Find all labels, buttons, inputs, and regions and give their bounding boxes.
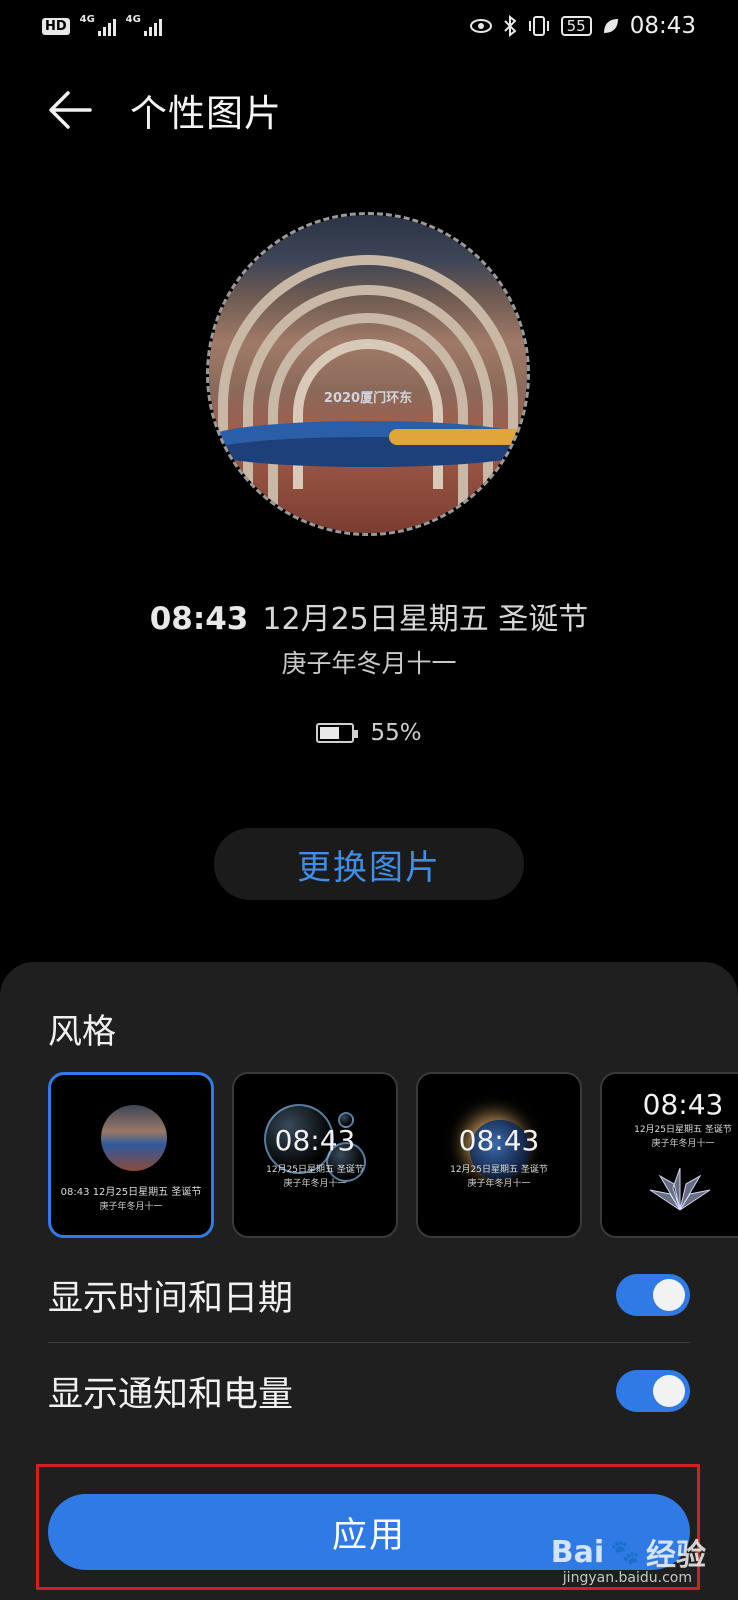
bluetooth-icon bbox=[503, 15, 517, 37]
signal-icon: 4G bbox=[80, 14, 116, 36]
show-notify-battery-row[interactable]: 显示通知和电量 bbox=[48, 1348, 690, 1434]
style-date: 12月25日星期五 圣诞节 bbox=[634, 1125, 732, 1135]
status-bar: HD 4G 4G 55 08:43 bbox=[0, 0, 738, 52]
style-card-photo[interactable]: 08:43 12月25日星期五 圣诞节 庚子年冬月十一 bbox=[48, 1072, 214, 1238]
back-button[interactable] bbox=[40, 80, 100, 140]
toggle-knob bbox=[653, 1375, 685, 1407]
preview-image: 2020厦门环东 bbox=[209, 215, 527, 533]
style-date: 12月25日星期五 圣诞节 bbox=[266, 1165, 364, 1175]
vibrate-icon bbox=[528, 16, 549, 36]
style-list[interactable]: 08:43 12月25日星期五 圣诞节 庚子年冬月十一 08:43 12月25日… bbox=[48, 1072, 738, 1238]
preview-lunar-date: 庚子年冬月十一 bbox=[281, 649, 457, 678]
style-time: 08:43 bbox=[642, 1088, 724, 1121]
toggle-knob bbox=[653, 1279, 685, 1311]
status-left: HD 4G 4G bbox=[42, 14, 162, 36]
style-thumbnail bbox=[101, 1105, 167, 1171]
preview-time: 08:43 bbox=[149, 601, 249, 637]
flower-image bbox=[649, 1167, 711, 1211]
style-card-bubbles[interactable]: 08:43 12月25日星期五 圣诞节 庚子年冬月十一 bbox=[232, 1072, 398, 1238]
preview-photo: 2020厦门环东 bbox=[206, 212, 530, 536]
show-notify-battery-toggle[interactable] bbox=[616, 1370, 690, 1412]
divider bbox=[48, 1342, 690, 1343]
style-time: 08:43 bbox=[458, 1124, 540, 1157]
watermark-url: jingyan.baidu.com bbox=[562, 1570, 692, 1586]
show-time-date-row[interactable]: 显示时间和日期 bbox=[48, 1252, 690, 1338]
style-time: 08:43 bbox=[274, 1124, 356, 1157]
style-time: 08:43 bbox=[60, 1187, 90, 1198]
style-lunar: 庚子年冬月十一 bbox=[99, 1202, 163, 1212]
style-lunar: 庚子年冬月十一 bbox=[467, 1179, 531, 1189]
status-time: 08:43 bbox=[629, 13, 696, 39]
style-card-flower[interactable]: 08:43 12月25日星期五 圣诞节 庚子年冬月十一 bbox=[600, 1072, 738, 1238]
style-card-planet[interactable]: 08:43 12月25日星期五 圣诞节 庚子年冬月十一 bbox=[416, 1072, 582, 1238]
baidu-watermark: Bai 🐾 经验 bbox=[551, 1530, 706, 1574]
style-lunar: 庚子年冬月十一 bbox=[283, 1179, 347, 1189]
header: 个性图片 bbox=[0, 70, 738, 150]
change-picture-button[interactable]: 更换图片 bbox=[214, 828, 524, 900]
status-right: 55 08:43 bbox=[469, 13, 696, 39]
battery-icon bbox=[316, 723, 359, 743]
leaf-icon bbox=[603, 19, 618, 33]
signal-icon: 4G bbox=[126, 14, 162, 36]
baidu-brand: Bai bbox=[550, 1534, 605, 1570]
baidu-brand-suffix: 经验 bbox=[646, 1538, 706, 1573]
photo-banner-text: 2020厦门环东 bbox=[323, 391, 413, 406]
show-time-date-label: 显示时间和日期 bbox=[48, 1278, 294, 1319]
style-lunar: 庚子年冬月十一 bbox=[651, 1139, 715, 1149]
style-section-title: 风格 bbox=[48, 1012, 116, 1052]
back-arrow-icon bbox=[49, 91, 92, 129]
style-date: 12月25日星期五 圣诞节 bbox=[450, 1165, 548, 1175]
style-date: 12月25日星期五 圣诞节 bbox=[92, 1187, 202, 1198]
preview-battery-level: 55% bbox=[370, 720, 422, 746]
show-notify-battery-label: 显示通知和电量 bbox=[48, 1374, 294, 1415]
preview-battery: 55% bbox=[0, 720, 738, 746]
preview-date: 12月25日星期五 圣诞节 bbox=[262, 602, 589, 637]
hd-icon: HD bbox=[42, 17, 70, 35]
eye-icon bbox=[469, 19, 492, 33]
page-title: 个性图片 bbox=[130, 92, 282, 135]
battery-icon: 55 bbox=[560, 16, 592, 36]
paw-icon: 🐾 bbox=[610, 1538, 640, 1566]
preview-datetime: 08:43 12月25日星期五 圣诞节 bbox=[0, 594, 738, 638]
show-time-date-toggle[interactable] bbox=[616, 1274, 690, 1316]
